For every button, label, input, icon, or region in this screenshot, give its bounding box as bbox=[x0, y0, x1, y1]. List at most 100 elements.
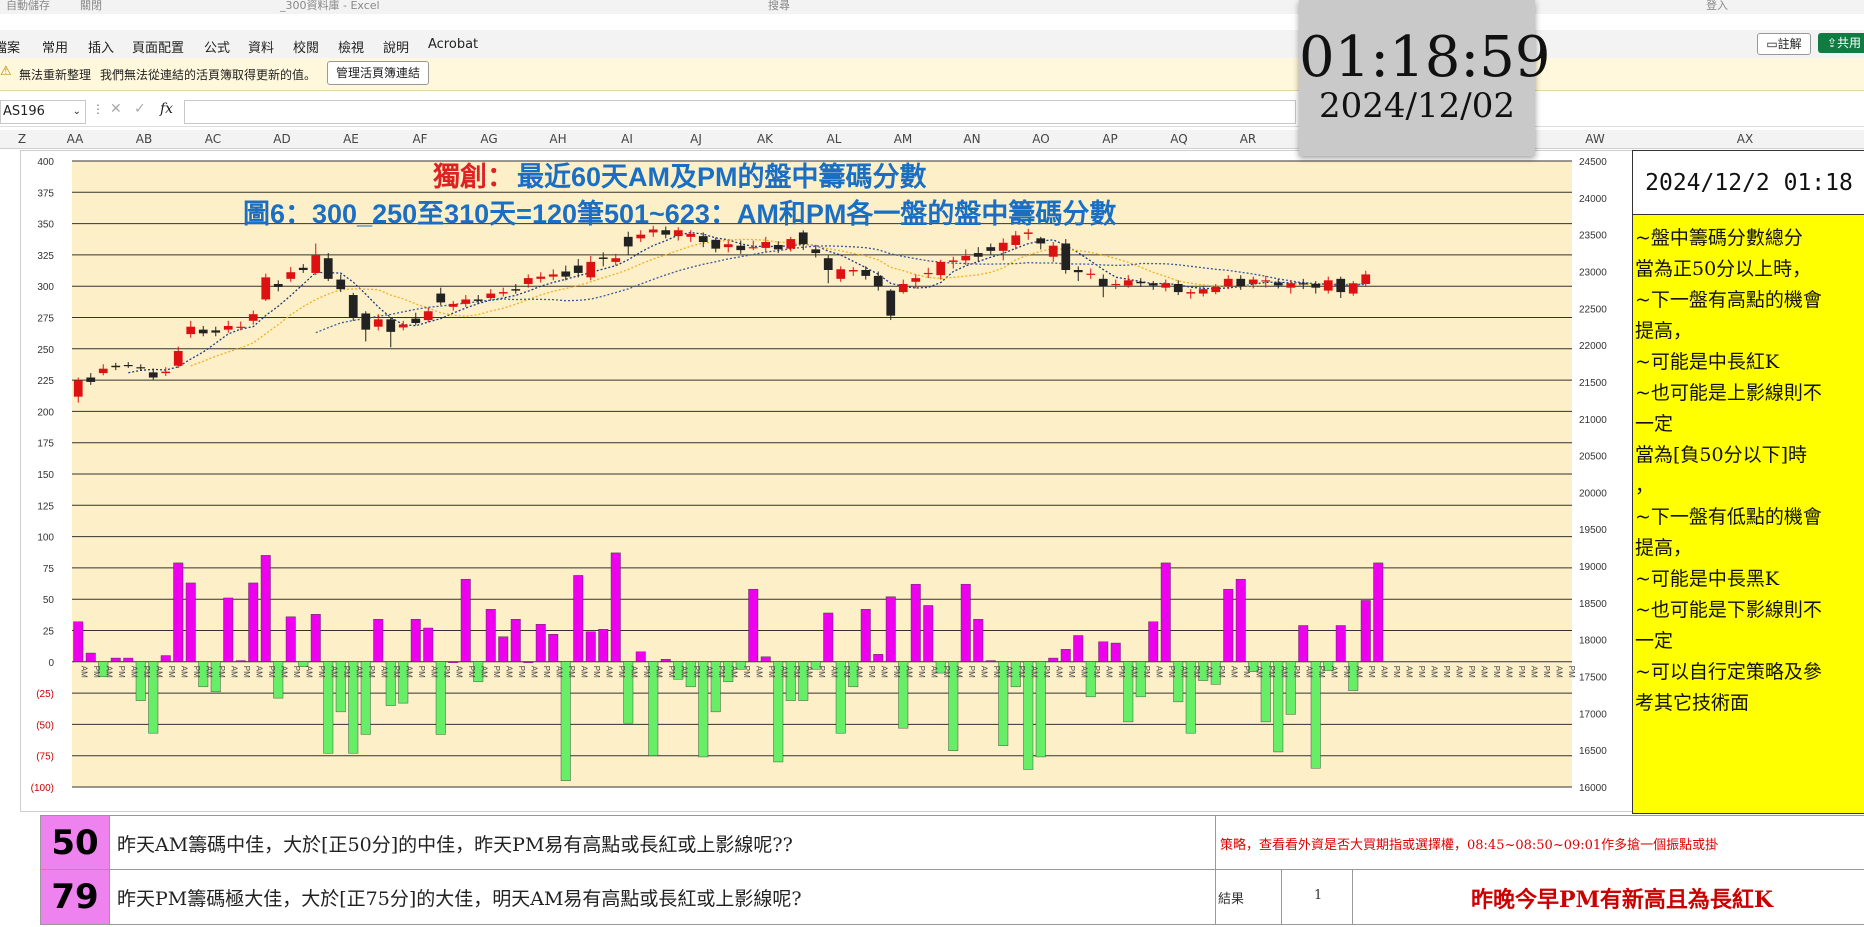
column-header[interactable]: AM bbox=[883, 132, 923, 146]
candle-body bbox=[673, 230, 683, 237]
column-header[interactable]: AL bbox=[814, 132, 854, 146]
candle-body bbox=[811, 249, 821, 254]
pm-score-cell[interactable]: 79 bbox=[41, 870, 110, 924]
tab-file[interactable]: 檔案 bbox=[0, 37, 20, 56]
column-header[interactable]: AG bbox=[469, 132, 509, 146]
candle-body bbox=[498, 292, 508, 294]
x-tick-label: AM bbox=[954, 666, 963, 678]
column-header[interactable]: AA bbox=[55, 132, 95, 146]
score-row[interactable]: 79 昨天PM籌碼極大佳，大於[正75分]的大佳，明天AM易有高點或長紅或上影線… bbox=[40, 869, 1864, 925]
x-tick-label: PM bbox=[842, 666, 851, 678]
chevron-down-icon[interactable]: ⌄ bbox=[73, 101, 81, 123]
tab-review[interactable]: 校閱 bbox=[293, 37, 319, 56]
tab-insert[interactable]: 插入 bbox=[88, 37, 114, 56]
score-row[interactable]: 50 昨天AM籌碼中佳，大於[正50分]的中佳，昨天PM易有高點或長紅或上影線呢… bbox=[40, 815, 1864, 871]
column-header[interactable]: Z bbox=[2, 132, 42, 146]
search-box[interactable]: 搜尋 bbox=[768, 0, 790, 13]
cancel-icon[interactable]: ✕ bbox=[110, 101, 122, 117]
candle-body bbox=[1198, 289, 1208, 294]
tab-data[interactable]: 資料 bbox=[248, 37, 274, 56]
result-text-cell[interactable]: 昨晚今早PM有新高且為長紅K bbox=[1352, 870, 1864, 924]
x-tick-label: PM bbox=[992, 666, 1001, 678]
x-tick-label: PM bbox=[742, 666, 751, 678]
score-bar bbox=[1023, 661, 1034, 770]
column-header[interactable]: AK bbox=[745, 132, 785, 146]
strategy-cell[interactable]: 策略，查看看外資是否大買期指或選擇權，08:45~08:50~09:01作多搶一… bbox=[1215, 816, 1864, 870]
x-tick-label: AM bbox=[279, 666, 288, 678]
column-header[interactable]: AH bbox=[538, 132, 578, 146]
x-tick-label: PM bbox=[792, 666, 801, 678]
name-box[interactable]: AS196 ⌄ bbox=[0, 100, 86, 124]
score-bar bbox=[985, 660, 996, 663]
manage-links-button[interactable]: 管理活頁簿連結 bbox=[327, 61, 430, 85]
x-tick-label: AM bbox=[304, 666, 313, 678]
x-tick-label: AM bbox=[1329, 666, 1338, 678]
candle-body bbox=[461, 299, 471, 304]
column-header[interactable]: AD bbox=[262, 132, 302, 146]
message-title: 無法重新整理 bbox=[19, 68, 92, 82]
result-label-cell[interactable]: 結果 bbox=[1215, 870, 1281, 924]
score-bar bbox=[910, 583, 921, 662]
column-header[interactable]: AE bbox=[331, 132, 371, 146]
column-header[interactable]: AI bbox=[607, 132, 647, 146]
x-tick-label: PM bbox=[767, 666, 776, 678]
left-axis-tick-label: 25 bbox=[43, 627, 55, 638]
candle-body bbox=[186, 326, 196, 335]
column-header[interactable]: AF bbox=[400, 132, 440, 146]
right-axis-tick-label: 17000 bbox=[1579, 709, 1607, 720]
score-bar bbox=[110, 657, 121, 663]
tab-help[interactable]: 說明 bbox=[383, 37, 409, 56]
message-bar: ⚠ 無法重新整理 我們無法從連結的活頁簿取得更新的值。 管理活頁簿連結 bbox=[0, 58, 1864, 91]
candle-body bbox=[511, 289, 521, 291]
result-value-cell[interactable]: 1 bbox=[1281, 870, 1352, 924]
candle-body bbox=[1223, 278, 1233, 287]
candle-body bbox=[611, 258, 621, 262]
tab-acrobat[interactable]: Acrobat bbox=[428, 37, 478, 52]
score-bar bbox=[635, 651, 646, 662]
autosave-toggle[interactable]: 關閉 bbox=[80, 0, 102, 13]
chart-area[interactable]: 400 375 350 325 300 275 250 225 200 175 150 125 100 7… bbox=[20, 150, 1634, 812]
candle-body bbox=[773, 244, 783, 250]
candle-body bbox=[711, 239, 721, 249]
x-tick-label: AM bbox=[1429, 666, 1438, 678]
column-header[interactable]: AJ bbox=[676, 132, 716, 146]
signin-button[interactable]: 登入 bbox=[1706, 0, 1728, 13]
side-notes-panel[interactable]: ~盤中籌碼分數總分 當為正50分以上時， ~下一盤有高點的機會 提高， ~可能是… bbox=[1632, 214, 1864, 814]
tab-formulas[interactable]: 公式 bbox=[204, 37, 230, 56]
formula-input[interactable] bbox=[184, 100, 1296, 124]
left-axis-tick-label: 225 bbox=[37, 376, 54, 387]
am-score-cell[interactable]: 50 bbox=[41, 816, 110, 870]
x-tick-label: AM bbox=[629, 666, 638, 678]
candle-body bbox=[336, 279, 346, 290]
column-header[interactable]: AN bbox=[952, 132, 992, 146]
x-tick-label: PM bbox=[1167, 666, 1176, 678]
column-header[interactable]: AX bbox=[1725, 132, 1765, 146]
x-tick-label: AM bbox=[604, 666, 613, 678]
column-header[interactable]: AC bbox=[193, 132, 233, 146]
right-axis-tick-label: 17500 bbox=[1579, 673, 1607, 684]
comments-button[interactable]: ▭註解 bbox=[1757, 33, 1811, 55]
column-header[interactable]: AB bbox=[124, 132, 164, 146]
column-header[interactable]: AO bbox=[1021, 132, 1061, 146]
column-header[interactable]: AQ bbox=[1159, 132, 1199, 146]
x-tick-label: AM bbox=[1029, 666, 1038, 678]
share-button[interactable]: ⇪共用 bbox=[1818, 33, 1864, 53]
score-bar bbox=[1060, 649, 1071, 662]
candle-body bbox=[1036, 238, 1046, 244]
column-header[interactable]: AP bbox=[1090, 132, 1130, 146]
column-header[interactable]: AR bbox=[1228, 132, 1268, 146]
tab-page-layout[interactable]: 頁面配置 bbox=[132, 37, 184, 56]
window-title: _300資料庫 - Excel bbox=[280, 0, 380, 12]
candle-body bbox=[761, 242, 771, 248]
tab-view[interactable]: 檢視 bbox=[338, 37, 364, 56]
score-bar bbox=[523, 661, 534, 663]
candle-body bbox=[1048, 245, 1058, 257]
check-icon[interactable]: ✓ bbox=[134, 101, 146, 117]
side-datetime-cell[interactable]: 2024/12/2 01:18 bbox=[1632, 150, 1864, 216]
score-bar bbox=[560, 661, 571, 781]
fx-icon[interactable]: fx bbox=[160, 101, 173, 117]
side-note-line: 考其它技術面 bbox=[1635, 692, 1750, 714]
tab-home[interactable]: 常用 bbox=[42, 37, 68, 56]
column-header[interactable]: AW bbox=[1575, 132, 1615, 146]
candle-body bbox=[1311, 283, 1321, 288]
